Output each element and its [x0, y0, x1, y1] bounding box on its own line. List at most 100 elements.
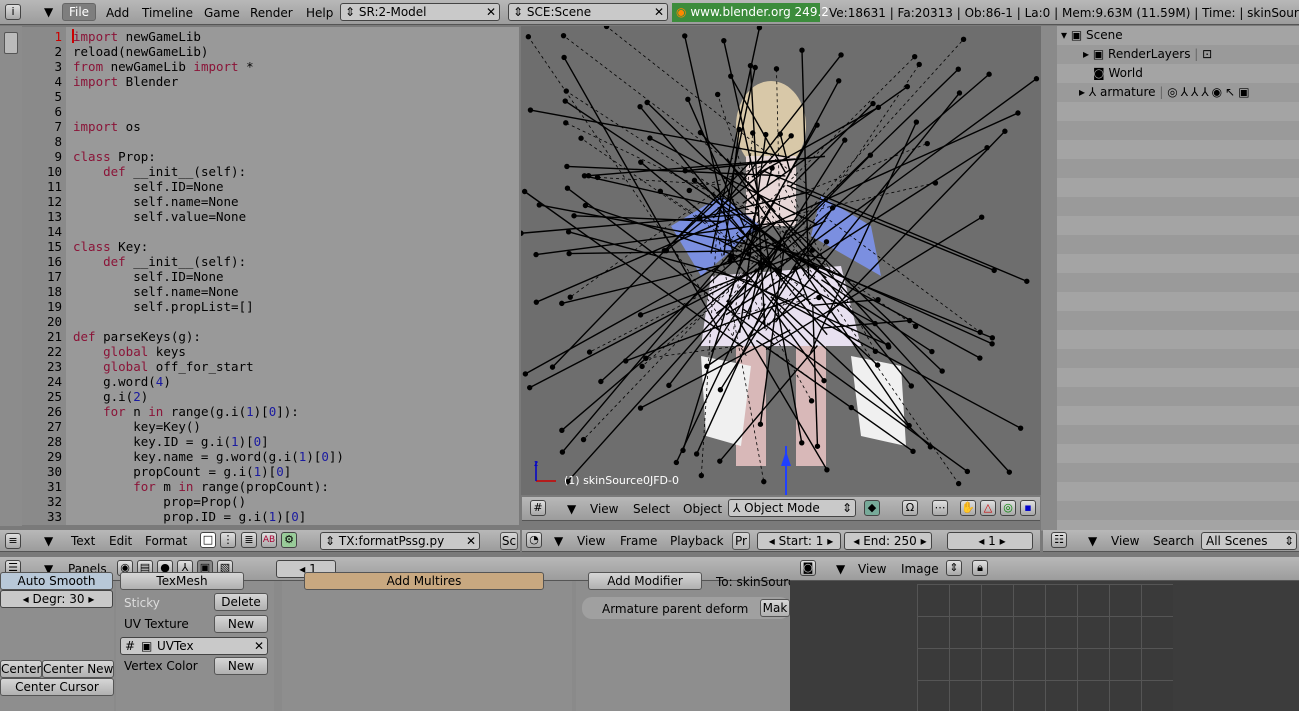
word-wrap-icon[interactable]: ≣	[241, 532, 257, 548]
menu-view[interactable]: View	[858, 561, 886, 577]
outliner-item-armature[interactable]: ▸ ⅄ armature | ◎⅄⅄⅄◉↖▣	[1079, 84, 1253, 100]
code-line[interactable]: for n in range(g.i(1)[0]):	[73, 404, 299, 419]
text-window-icon[interactable]: ≡	[5, 533, 21, 549]
add-multires-button[interactable]: Add Multires	[304, 572, 544, 590]
image-editor[interactable]	[790, 581, 1299, 711]
chevron-down-icon[interactable]: ▼	[44, 4, 53, 20]
timeline-type-icon[interactable]: ◔	[526, 532, 542, 548]
code-line[interactable]: prop=Prop()	[73, 494, 246, 509]
viewport-divider[interactable]	[1041, 26, 1057, 531]
shading-icon[interactable]: ◆	[864, 500, 880, 516]
code-line[interactable]: def parseKeys(g):	[73, 329, 201, 344]
add-modifier-button[interactable]: Add Modifier	[588, 572, 702, 590]
texmesh-field[interactable]: TexMesh	[120, 572, 244, 590]
menu-timeline[interactable]: Timeline	[142, 5, 193, 21]
close-icon[interactable]: ✕	[466, 533, 476, 549]
close-icon[interactable]: ✕	[486, 4, 496, 20]
restrict-icons[interactable]: ◎⅄⅄⅄◉↖▣	[1167, 85, 1252, 99]
expand-icon[interactable]: ▸	[1083, 47, 1089, 61]
code-line[interactable]: def __init__(self):	[73, 254, 246, 269]
current-frame-field[interactable]: ◂ 1 ▸	[947, 532, 1033, 550]
3d-viewport[interactable]: z (1) skinSource0JFD-0	[521, 26, 1041, 495]
script-button[interactable]: Sc	[500, 532, 518, 550]
code-line[interactable]: class Key:	[73, 239, 148, 254]
code-line[interactable]: key.ID = g.i(1)[0]	[73, 434, 269, 449]
mode-selector[interactable]: ⅄ Object Mode ⇕	[728, 499, 856, 517]
menu-select[interactable]: Select	[633, 501, 670, 517]
outliner-item-scene[interactable]: ▾ ▣ Scene	[1061, 27, 1123, 43]
code-line[interactable]: self.ID=None	[73, 269, 223, 284]
lock-icon[interactable]: 🔒︎	[972, 560, 988, 576]
code-line[interactable]: prop.ID = g.i(1)[0]	[73, 509, 306, 524]
code-line[interactable]: global keys	[73, 344, 186, 359]
center-cursor-button[interactable]: Center Cursor	[0, 678, 114, 696]
code-line[interactable]: propCount = g.i(1)[0]	[73, 464, 291, 479]
menu-edit[interactable]: Edit	[109, 533, 132, 549]
collapse-icon[interactable]: ▾	[1061, 28, 1067, 42]
fullscreen-icon[interactable]: □	[200, 532, 216, 548]
pivot-icon[interactable]: Ω	[902, 500, 918, 516]
delete-button[interactable]: Delete	[214, 593, 268, 611]
code-line[interactable]: for m in range(propCount):	[73, 479, 329, 494]
menu-frame[interactable]: Frame	[620, 533, 657, 549]
code-line[interactable]: def __init__(self):	[73, 164, 246, 179]
close-icon[interactable]: ✕	[654, 4, 664, 20]
outliner-item-renderlayers[interactable]: ▸ ▣ RenderLayers | ⊡	[1083, 46, 1212, 62]
menu-playback[interactable]: Playback	[670, 533, 724, 549]
close-icon[interactable]: ✕	[254, 638, 264, 654]
chevron-down-icon[interactable]: ▼	[836, 561, 845, 577]
screen-selector[interactable]: ⇕ SR:2-Model ✕	[340, 3, 500, 21]
syntax-highlight-icon[interactable]: AB	[261, 532, 277, 548]
chevron-down-icon[interactable]: ▼	[44, 533, 53, 549]
end-frame-field[interactable]: ◂ End: 250 ▸	[844, 532, 932, 550]
code-line[interactable]: key.name = g.word(g.i(1)[0])	[73, 449, 344, 464]
scrollbar-handle[interactable]	[4, 32, 18, 54]
image-window-icon[interactable]: ◙	[800, 560, 816, 576]
snap-icon[interactable]: ⋯	[932, 500, 948, 516]
center-button[interactable]: Center	[0, 660, 42, 678]
line-numbers-icon[interactable]: ⋮	[220, 532, 236, 548]
code-line[interactable]: reload(newGameLib)	[73, 44, 208, 59]
translate-icon[interactable]: △	[980, 500, 996, 516]
code-line[interactable]: g.i(2)	[73, 389, 148, 404]
menu-help[interactable]: Help	[306, 5, 333, 21]
text-editor[interactable]: 1 import newGameLib 2 reload(newGameLib) 3 fr…	[22, 27, 519, 525]
code-line[interactable]: self.ID=None	[73, 179, 223, 194]
info-window-icon[interactable]: i	[5, 4, 21, 20]
menu-search[interactable]: Search	[1153, 533, 1194, 549]
code-line[interactable]: g.word(4)	[73, 374, 171, 389]
menu-view[interactable]: View	[590, 501, 618, 517]
code-line[interactable]: self.name=None	[73, 284, 238, 299]
hand-icon[interactable]: ✋	[960, 500, 976, 516]
viewport-type-icon[interactable]: #	[530, 500, 546, 516]
text-editor-scrollbar[interactable]	[0, 26, 22, 526]
start-frame-field[interactable]: ◂ Start: 1 ▸	[757, 532, 841, 550]
scale-icon[interactable]: ▪	[1020, 500, 1036, 516]
code-line[interactable]: from newGameLib import *	[73, 59, 254, 74]
menu-render[interactable]: Render	[250, 5, 293, 21]
plugin-icon[interactable]: ⚙	[281, 532, 297, 548]
code-line[interactable]: key=Key()	[73, 419, 201, 434]
menu-image[interactable]: Image	[901, 561, 939, 577]
menu-add[interactable]: Add	[106, 5, 129, 21]
code-line[interactable]: global off_for_start	[73, 359, 254, 374]
preview-button[interactable]: Pr	[732, 532, 750, 550]
code-line[interactable]: self.value=None	[73, 209, 246, 224]
code-line[interactable]: class Prop:	[73, 149, 156, 164]
chevron-down-icon[interactable]: ▼	[567, 501, 576, 517]
expand-icon[interactable]: ▸	[1079, 85, 1085, 99]
center-new-button[interactable]: Center New	[42, 660, 114, 678]
scene-selector[interactable]: ⇕ SCE:Scene ✕	[508, 3, 668, 21]
menu-view[interactable]: View	[1111, 533, 1139, 549]
degr-field[interactable]: ◂ Degr: 30 ▸	[0, 590, 113, 608]
scene-filter-selector[interactable]: All Scenes ⇕	[1201, 532, 1297, 550]
chevron-down-icon[interactable]: ▼	[1088, 533, 1097, 549]
code-line[interactable]: import newGameLib	[73, 29, 201, 44]
menu-file[interactable]: File	[62, 3, 96, 21]
auto-smooth-button[interactable]: Auto Smooth	[0, 572, 113, 590]
code-line[interactable]: import os	[73, 119, 141, 134]
chevron-down-icon[interactable]: ▼	[554, 533, 563, 549]
menu-format[interactable]: Format	[145, 533, 187, 549]
text-file-selector[interactable]: ⇕ TX:formatPssg.py ✕	[320, 532, 480, 550]
outliner-type-icon[interactable]: ☷	[1051, 532, 1067, 548]
